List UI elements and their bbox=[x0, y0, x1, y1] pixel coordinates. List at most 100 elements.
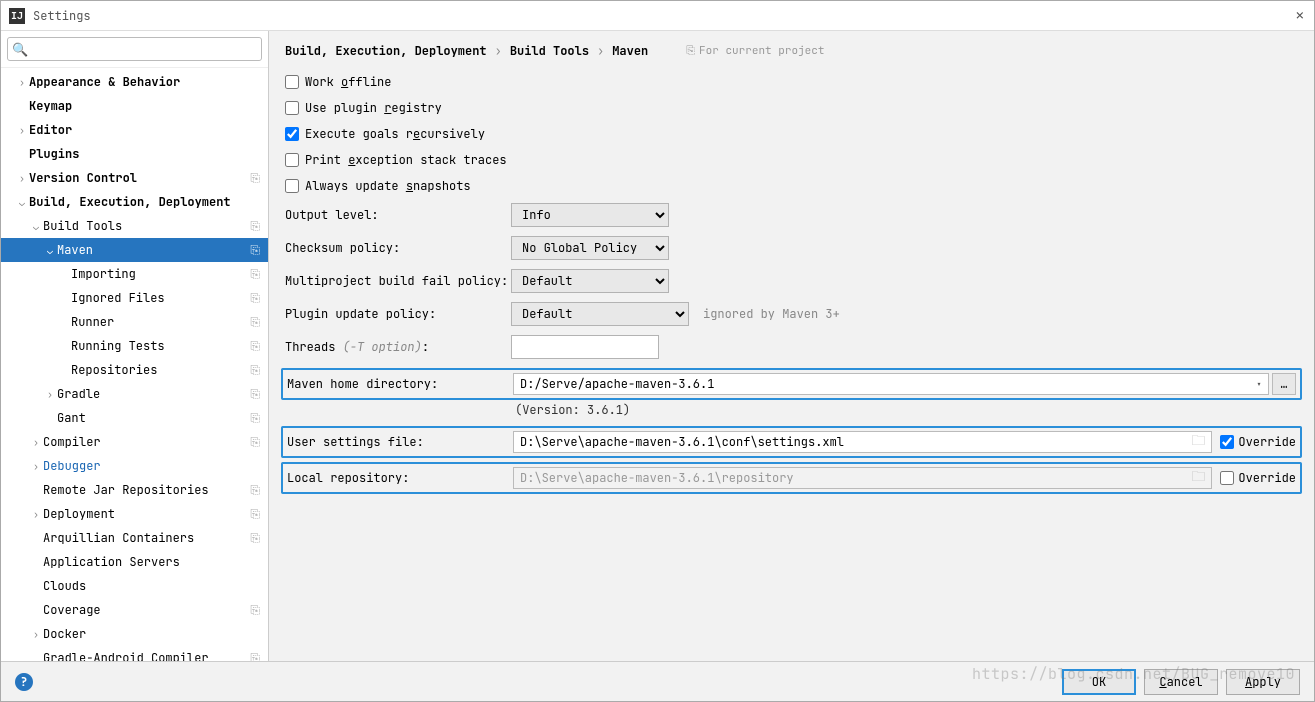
tree-item[interactable]: ›Debugger bbox=[1, 454, 268, 478]
work-offline-checkbox[interactable] bbox=[285, 75, 299, 89]
project-scope-icon: ⎘ bbox=[250, 314, 260, 330]
chevron-right-icon[interactable]: › bbox=[29, 460, 43, 473]
tree-item[interactable]: Gant⎘ bbox=[1, 406, 268, 430]
chevron-right-icon[interactable]: › bbox=[29, 508, 43, 521]
local-repo-override[interactable]: Override bbox=[1220, 470, 1296, 486]
apply-button[interactable]: Apply bbox=[1226, 669, 1300, 695]
browse-button[interactable]: … bbox=[1272, 373, 1296, 395]
search-input[interactable] bbox=[7, 37, 262, 61]
chevron-right-icon[interactable]: › bbox=[29, 436, 43, 449]
tree-item[interactable]: Keymap bbox=[1, 94, 268, 118]
print-exception-checkbox[interactable] bbox=[285, 153, 299, 167]
breadcrumb-part[interactable]: Build Tools bbox=[510, 43, 589, 59]
tree-item[interactable]: Plugins bbox=[1, 142, 268, 166]
tree-item[interactable]: ›Version Control⎘ bbox=[1, 166, 268, 190]
multiproject-select[interactable]: Default bbox=[511, 269, 669, 293]
project-scope-icon: ⎘ bbox=[250, 290, 260, 306]
output-level-select[interactable]: Info bbox=[511, 203, 669, 227]
tree-item[interactable]: Importing⎘ bbox=[1, 262, 268, 286]
chevron-right-icon[interactable]: › bbox=[15, 76, 29, 89]
help-button[interactable]: ? bbox=[15, 673, 33, 691]
tree-item[interactable]: ›Compiler⎘ bbox=[1, 430, 268, 454]
folder-icon[interactable]: 🗀 bbox=[1191, 430, 1205, 454]
chevron-right-icon[interactable]: › bbox=[29, 628, 43, 641]
tree-item[interactable]: Gradle-Android Compiler⎘ bbox=[1, 646, 268, 661]
plugin-registry-checkbox[interactable] bbox=[285, 101, 299, 115]
tree-item-label: Application Servers bbox=[43, 554, 260, 570]
tree-item-label: Arquillian Containers bbox=[43, 530, 246, 546]
breadcrumb-part: Maven bbox=[612, 43, 648, 59]
tree-item-label: Deployment bbox=[43, 506, 246, 522]
ok-button[interactable]: OK bbox=[1062, 669, 1136, 695]
always-snapshots-checkbox[interactable] bbox=[285, 179, 299, 193]
project-scope-icon: ⎘ bbox=[250, 530, 260, 546]
chevron-right-icon[interactable]: › bbox=[15, 172, 29, 185]
scope-hint: ⎘ For current project bbox=[686, 44, 824, 58]
chevron-down-icon[interactable]: ▾ bbox=[1256, 378, 1262, 391]
plugin-registry-label[interactable]: Use plugin registry bbox=[305, 100, 442, 116]
project-scope-icon: ⎘ bbox=[250, 482, 260, 498]
threads-input[interactable] bbox=[511, 335, 659, 359]
tree-item[interactable]: Ignored Files⎘ bbox=[1, 286, 268, 310]
tree-item-label: Running Tests bbox=[71, 338, 246, 354]
tree-item-label: Keymap bbox=[29, 98, 260, 114]
tree-item[interactable]: ›Deployment⎘ bbox=[1, 502, 268, 526]
tree-item[interactable]: ⌄Maven⎘ bbox=[1, 238, 268, 262]
tree-item[interactable]: Clouds bbox=[1, 574, 268, 598]
tree-item-label: Version Control bbox=[29, 170, 246, 186]
tree-item-label: Build Tools bbox=[43, 218, 246, 234]
tree-item[interactable]: Application Servers bbox=[1, 550, 268, 574]
tree-item[interactable]: ›Docker bbox=[1, 622, 268, 646]
user-settings-override[interactable]: Override bbox=[1220, 434, 1296, 450]
cancel-button[interactable]: Cancel bbox=[1144, 669, 1218, 695]
checksum-policy-select[interactable]: No Global Policy bbox=[511, 236, 669, 260]
user-settings-input[interactable]: D:\Serve\apache-maven-3.6.1\conf\setting… bbox=[513, 431, 1212, 453]
tree-item[interactable]: ›Appearance & Behavior bbox=[1, 70, 268, 94]
user-settings-row: User settings file: D:\Serve\apache-mave… bbox=[281, 426, 1302, 458]
tree-item[interactable]: Arquillian Containers⎘ bbox=[1, 526, 268, 550]
tree-item[interactable]: ⌄Build, Execution, Deployment bbox=[1, 190, 268, 214]
tree-item-label: Remote Jar Repositories bbox=[43, 482, 246, 498]
threads-label: Threads (-T option): bbox=[285, 339, 511, 355]
tree-item-label: Compiler bbox=[43, 434, 246, 450]
footer: ? OK Cancel Apply https://blog.csdn.net/… bbox=[1, 661, 1314, 701]
tree-item[interactable]: ›Gradle⎘ bbox=[1, 382, 268, 406]
chevron-right-icon[interactable]: › bbox=[43, 388, 57, 401]
sidebar: 🔍 ›Appearance & BehaviorKeymap›EditorPlu… bbox=[1, 31, 269, 661]
folder-icon[interactable]: 🗀 bbox=[1191, 466, 1205, 490]
chevron-right-icon[interactable]: › bbox=[15, 124, 29, 137]
tree-item[interactable]: Coverage⎘ bbox=[1, 598, 268, 622]
execute-recursively-label[interactable]: Execute goals recursively bbox=[305, 126, 485, 142]
tree-item-label: Ignored Files bbox=[71, 290, 246, 306]
project-scope-icon: ⎘ bbox=[250, 266, 260, 282]
tree-item-label: Runner bbox=[71, 314, 246, 330]
titlebar: IJ Settings ✕ bbox=[1, 1, 1314, 31]
tree-item-label: Importing bbox=[71, 266, 246, 282]
tree-item-label: Debugger bbox=[43, 458, 260, 474]
tree-item-label: Repositories bbox=[71, 362, 246, 378]
breadcrumb-part[interactable]: Build, Execution, Deployment bbox=[285, 43, 487, 59]
maven-home-input[interactable]: D:/Serve/apache-maven-3.6.1 ▾ bbox=[513, 373, 1269, 395]
close-icon[interactable]: ✕ bbox=[1296, 7, 1304, 25]
local-repo-input[interactable]: D:\Serve\apache-maven-3.6.1\repository 🗀 bbox=[513, 467, 1212, 489]
tree-item[interactable]: Remote Jar Repositories⎘ bbox=[1, 478, 268, 502]
tree-item[interactable]: Running Tests⎘ bbox=[1, 334, 268, 358]
always-snapshots-label[interactable]: Always update snapshots bbox=[305, 178, 471, 194]
project-scope-icon: ⎘ bbox=[250, 170, 260, 186]
chevron-down-icon[interactable]: ⌄ bbox=[43, 244, 57, 257]
print-exception-label[interactable]: Print exception stack traces bbox=[305, 152, 507, 168]
tree-item[interactable]: Runner⎘ bbox=[1, 310, 268, 334]
tree-item[interactable]: Repositories⎘ bbox=[1, 358, 268, 382]
tree-item[interactable]: ⌄Build Tools⎘ bbox=[1, 214, 268, 238]
project-scope-icon: ⎘ bbox=[250, 650, 260, 661]
chevron-down-icon[interactable]: ⌄ bbox=[15, 196, 29, 209]
chevron-down-icon[interactable]: ⌄ bbox=[29, 220, 43, 233]
user-settings-label: User settings file: bbox=[287, 434, 513, 450]
plugin-update-select[interactable]: Default bbox=[511, 302, 689, 326]
app-icon: IJ bbox=[9, 8, 25, 24]
tree-item[interactable]: ›Editor bbox=[1, 118, 268, 142]
tree-item-label: Coverage bbox=[43, 602, 246, 618]
execute-recursively-checkbox[interactable] bbox=[285, 127, 299, 141]
tree-item-label: Editor bbox=[29, 122, 260, 138]
work-offline-label[interactable]: Work offline bbox=[305, 74, 391, 90]
